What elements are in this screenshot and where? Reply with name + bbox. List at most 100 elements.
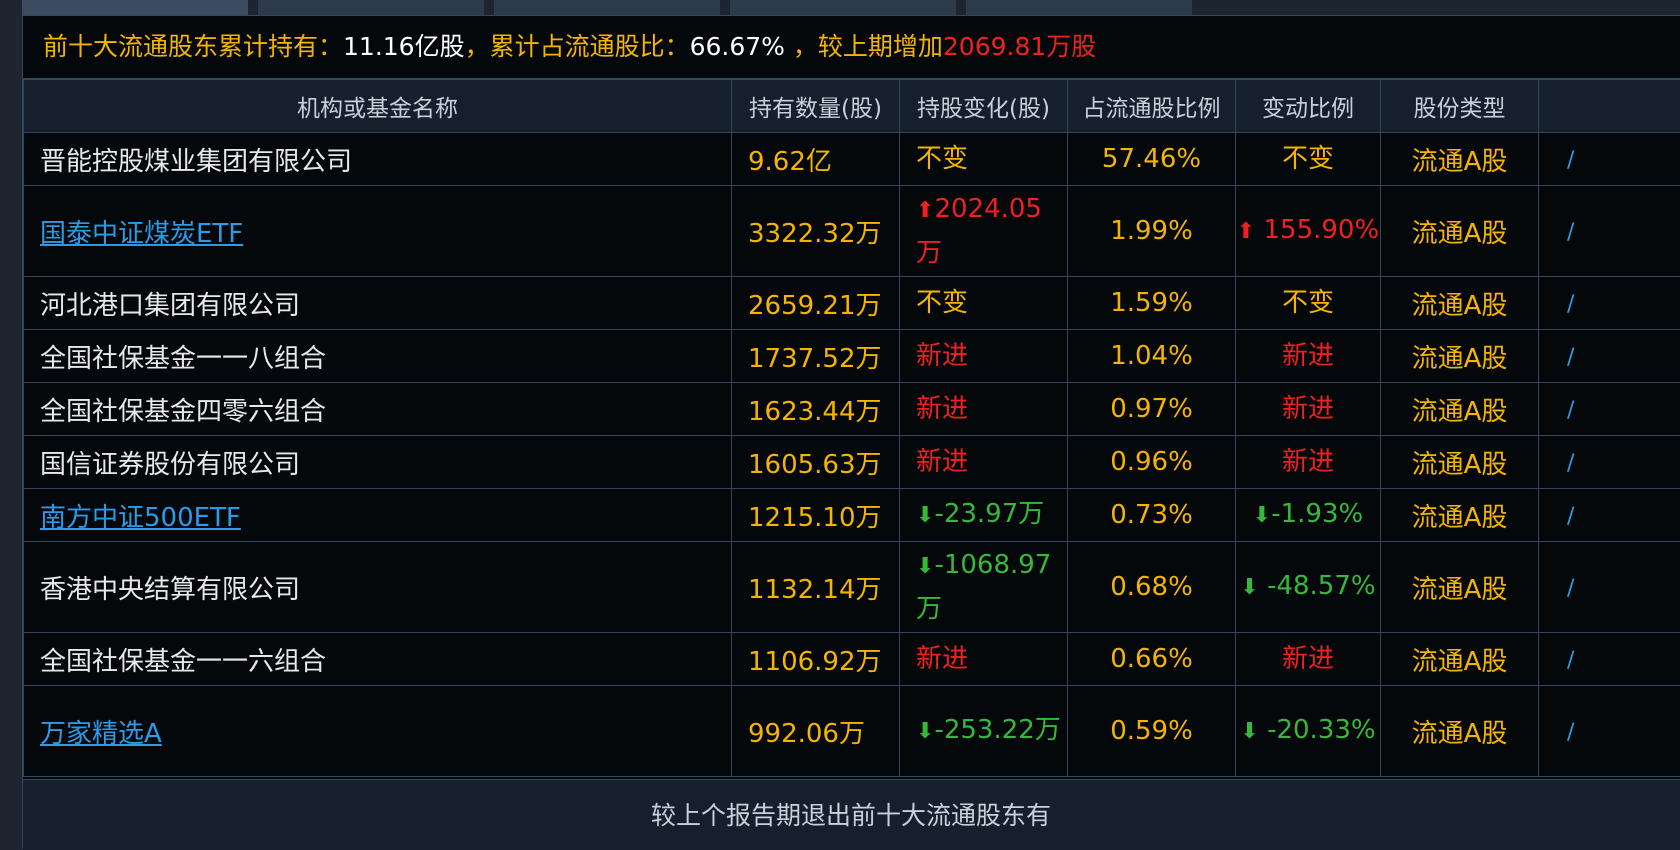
row-extra-cell: / [1539, 186, 1680, 277]
float-share-pct-cell: 1.04% [1068, 330, 1236, 383]
share-type-cell: 流通A股 [1381, 489, 1539, 542]
float-share-pct-cell: 1.99% [1068, 186, 1236, 277]
holding-change-cell: ⬇-1068.97万 [900, 542, 1068, 633]
detail-link-icon[interactable]: / [1567, 720, 1574, 745]
col-header-name: 机构或基金名称 [24, 80, 732, 133]
exited-shareholders-footer: 较上个报告期退出前十大流通股东有 [23, 779, 1680, 850]
tab-3[interactable] [494, 0, 720, 15]
holding-change-value: 不变 [916, 144, 968, 174]
share-type-cell: 流通A股 [1381, 686, 1539, 777]
float-share-pct-cell: 0.59% [1068, 686, 1236, 777]
col-header-ratio: 变动比例 [1236, 80, 1381, 133]
holding-qty-cell: 1215.10万 [732, 489, 900, 542]
row-extra-cell: / [1539, 542, 1680, 633]
holder-name-cell[interactable]: 南方中证500ETF [24, 489, 732, 542]
table-row: 国信证券股份有限公司1605.63万新进0.96%新进流通A股/ [24, 436, 1680, 489]
table-row: 香港中央结算有限公司1132.14万⬇-1068.97万0.68%⬇ -48.5… [24, 542, 1680, 633]
detail-link-icon[interactable]: / [1567, 576, 1574, 601]
tab-1[interactable] [22, 0, 248, 15]
arrow-up-icon: ⬆ [1237, 211, 1255, 253]
change-ratio-cell: ⬇ -20.33% [1236, 686, 1381, 777]
holding-qty-cell: 1605.63万 [732, 436, 900, 489]
arrow-down-icon: ⬇ [916, 711, 934, 753]
holding-change-value: -253.22万 [934, 715, 1060, 745]
holder-name-cell: 全国社保基金一一六组合 [24, 633, 732, 686]
detail-link-icon[interactable]: / [1567, 648, 1574, 673]
share-type-cell: 流通A股 [1381, 186, 1539, 277]
tab-bar [0, 0, 1680, 15]
detail-link-icon[interactable]: / [1567, 148, 1574, 173]
change-ratio-cell: 不变 [1236, 133, 1381, 186]
holding-qty-cell: 9.62亿 [732, 133, 900, 186]
float-share-pct-cell: 1.59% [1068, 277, 1236, 330]
change-ratio-cell: ⬆ 155.90% [1236, 186, 1381, 277]
holding-change-cell: 新进 [900, 383, 1068, 436]
float-share-pct-cell: 0.68% [1068, 542, 1236, 633]
share-type-cell: 流通A股 [1381, 330, 1539, 383]
shareholders-panel: 前十大流通股东累计持有：11.16亿股，累计占流通股比：66.67% ，较上期增… [22, 15, 1680, 849]
tab-4[interactable] [730, 0, 956, 15]
summary-increase: 2069.81万股 [943, 32, 1096, 61]
change-ratio-cell: ⬇-1.93% [1236, 489, 1381, 542]
holder-name-cell: 国信证券股份有限公司 [24, 436, 732, 489]
change-ratio-value: 新进 [1282, 394, 1334, 424]
arrow-down-icon: ⬇ [1240, 567, 1258, 609]
holding-qty-cell: 1106.92万 [732, 633, 900, 686]
row-extra-cell: / [1539, 330, 1680, 383]
holding-change-value: -1068.97万 [916, 550, 1051, 624]
summary-mid2: ，较上期增加 [785, 32, 943, 61]
holder-name-cell[interactable]: 万家精选A [24, 686, 732, 777]
detail-link-icon[interactable]: / [1567, 345, 1574, 370]
row-extra-cell: / [1539, 489, 1680, 542]
float-share-pct-cell: 0.73% [1068, 489, 1236, 542]
detail-link-icon[interactable]: / [1567, 504, 1574, 529]
summary-line: 前十大流通股东累计持有：11.16亿股，累计占流通股比：66.67% ，较上期增… [23, 16, 1680, 79]
row-extra-cell: / [1539, 436, 1680, 489]
arrow-down-icon: ⬇ [916, 495, 934, 537]
holding-change-value: 新进 [916, 341, 968, 371]
col-header-extra [1539, 80, 1680, 133]
holding-qty-cell: 1132.14万 [732, 542, 900, 633]
tab-5[interactable] [966, 0, 1192, 15]
summary-prefix: 前十大流通股东累计持有： [43, 32, 343, 61]
col-header-change: 持股变化(股) [900, 80, 1068, 133]
arrow-up-icon: ⬆ [916, 190, 934, 232]
holder-name: 全国社保基金一一八组合 [40, 344, 326, 374]
detail-link-icon[interactable]: / [1567, 292, 1574, 317]
holder-name-cell[interactable]: 国泰中证煤炭ETF [24, 186, 732, 277]
table-row: 全国社保基金一一八组合1737.52万新进1.04%新进流通A股/ [24, 330, 1680, 383]
holding-change-value: 新进 [916, 447, 968, 477]
detail-link-icon[interactable]: / [1567, 398, 1574, 423]
fund-link[interactable]: 南方中证500ETF [40, 503, 241, 533]
change-ratio-value: 155.90% [1255, 215, 1379, 245]
holder-name-cell: 全国社保基金一一八组合 [24, 330, 732, 383]
fund-link[interactable]: 万家精选A [40, 719, 162, 749]
change-ratio-cell: 新进 [1236, 330, 1381, 383]
top10-shareholders-table: 机构或基金名称 持有数量(股) 持股变化(股) 占流通股比例 变动比例 股份类型… [23, 79, 1680, 777]
change-ratio-cell: 不变 [1236, 277, 1381, 330]
holder-name: 河北港口集团有限公司 [40, 291, 300, 321]
holding-change-cell: 新进 [900, 633, 1068, 686]
change-ratio-value: 不变 [1282, 144, 1334, 174]
holding-change-cell: ⬇-23.97万 [900, 489, 1068, 542]
holding-change-cell: 不变 [900, 277, 1068, 330]
table-row: 南方中证500ETF1215.10万⬇-23.97万0.73%⬇-1.93%流通… [24, 489, 1680, 542]
holder-name-cell: 香港中央结算有限公司 [24, 542, 732, 633]
change-ratio-value: -1.93% [1271, 499, 1363, 529]
tab-2[interactable] [258, 0, 484, 15]
table-row: 河北港口集团有限公司2659.21万不变1.59%不变流通A股/ [24, 277, 1680, 330]
float-share-pct-cell: 0.97% [1068, 383, 1236, 436]
holder-name: 国信证券股份有限公司 [40, 450, 300, 480]
holding-qty-cell: 1737.52万 [732, 330, 900, 383]
row-extra-cell: / [1539, 383, 1680, 436]
holding-change-value: 新进 [916, 394, 968, 424]
detail-link-icon[interactable]: / [1567, 451, 1574, 476]
holding-change-cell: 新进 [900, 330, 1068, 383]
holder-name-cell: 河北港口集团有限公司 [24, 277, 732, 330]
col-header-pct: 占流通股比例 [1068, 80, 1236, 133]
holder-name-cell: 全国社保基金四零六组合 [24, 383, 732, 436]
share-type-cell: 流通A股 [1381, 383, 1539, 436]
detail-link-icon[interactable]: / [1567, 220, 1574, 245]
fund-link[interactable]: 国泰中证煤炭ETF [40, 219, 243, 249]
change-ratio-value: -48.57% [1259, 571, 1376, 601]
